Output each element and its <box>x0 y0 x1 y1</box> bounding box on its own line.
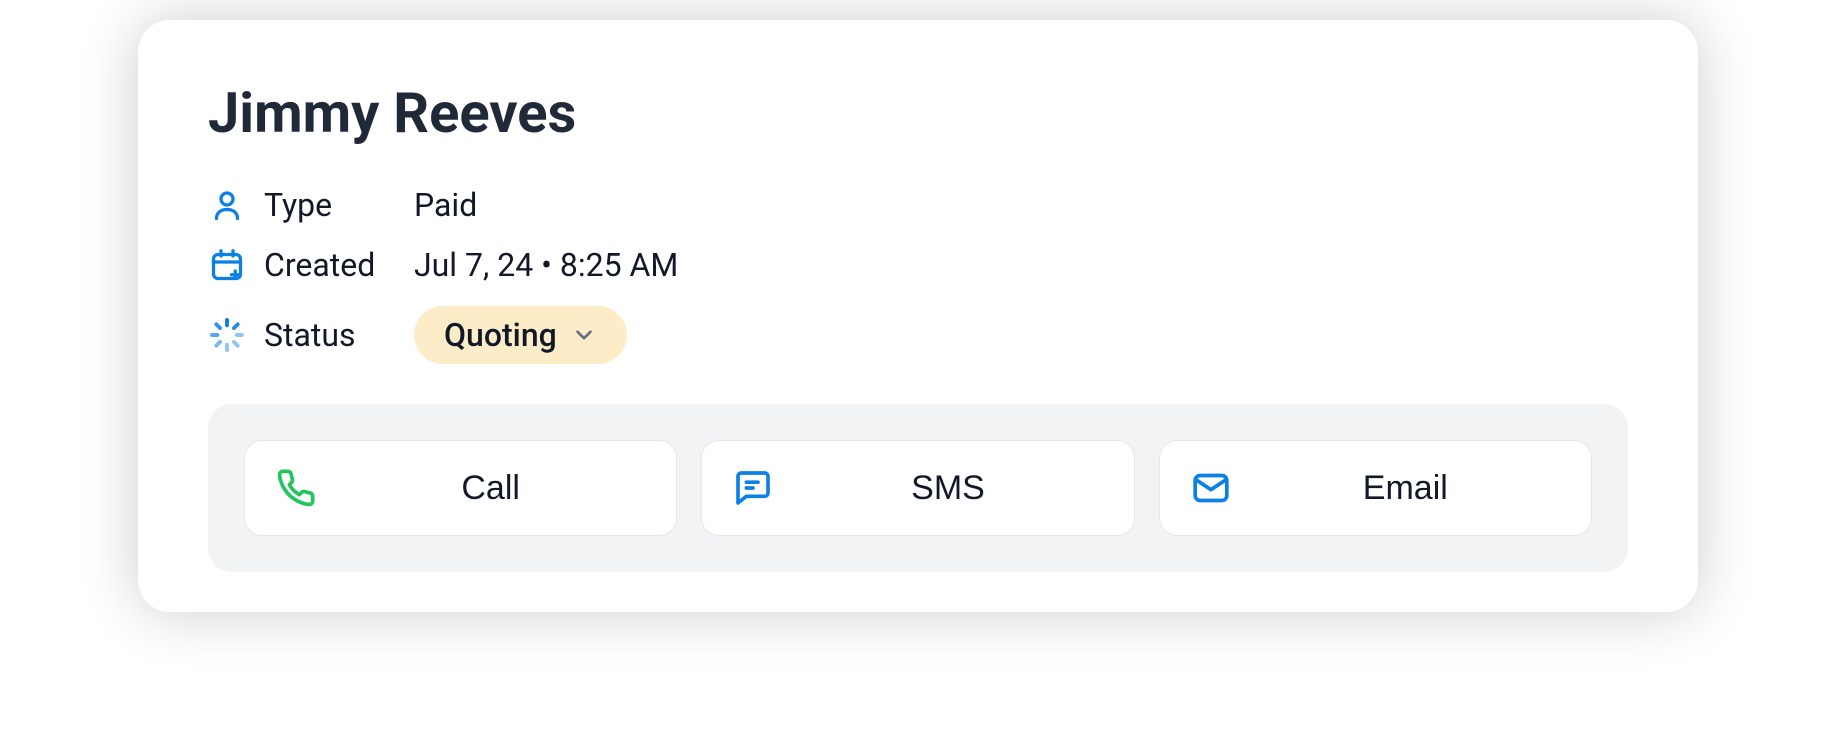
created-label: Created <box>264 246 414 284</box>
message-icon <box>732 467 774 509</box>
created-value: Jul 7, 24 • 8:25 AM <box>414 246 678 284</box>
meta-row-created: Created Jul 7, 24 • 8:25 AM <box>208 246 1628 284</box>
loader-icon <box>208 316 246 354</box>
meta-row-status: Status Quoting <box>208 306 1628 364</box>
type-label: Type <box>264 186 414 224</box>
phone-icon <box>275 467 317 509</box>
sms-button[interactable]: SMS <box>701 440 1134 536</box>
user-icon <box>208 186 246 224</box>
email-label: Email <box>1250 469 1561 508</box>
contact-name: Jimmy Reeves <box>208 80 1628 146</box>
type-value: Paid <box>414 186 477 224</box>
call-button[interactable]: Call <box>244 440 677 536</box>
status-dropdown[interactable]: Quoting <box>414 306 627 364</box>
email-button[interactable]: Email <box>1159 440 1592 536</box>
contact-card: Jimmy Reeves Type Paid Created Jul 7, 24… <box>138 20 1698 612</box>
mail-icon <box>1190 467 1232 509</box>
chevron-down-icon <box>571 322 597 348</box>
calendar-plus-icon <box>208 246 246 284</box>
sms-label: SMS <box>792 469 1103 508</box>
call-label: Call <box>335 469 646 508</box>
status-value: Quoting <box>444 316 557 354</box>
status-label: Status <box>264 316 414 354</box>
actions-container: Call SMS Email <box>208 404 1628 572</box>
meta-row-type: Type Paid <box>208 186 1628 224</box>
